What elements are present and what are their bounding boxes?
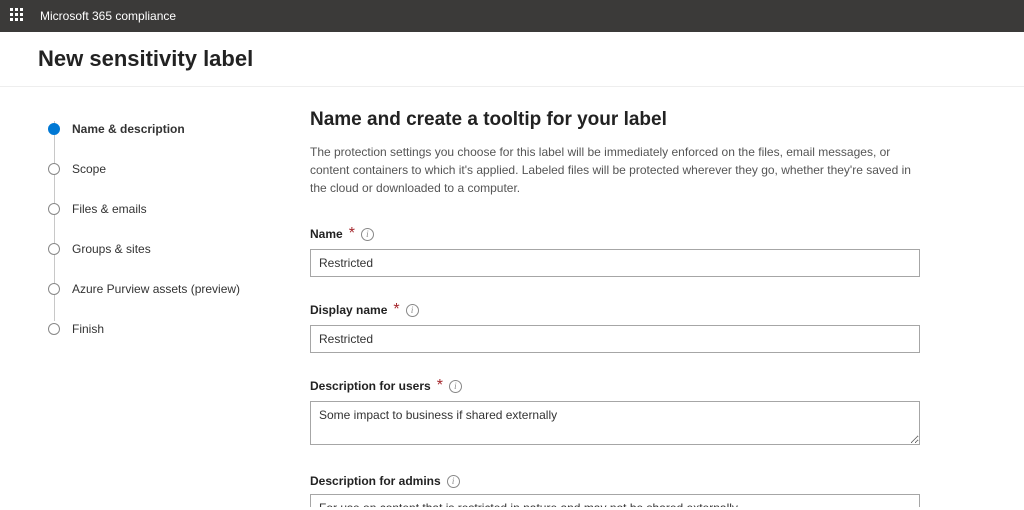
field-label-row: Display name * i	[310, 301, 920, 319]
name-input[interactable]	[310, 249, 920, 277]
step-azure-purview[interactable]: Azure Purview assets (preview)	[48, 269, 290, 309]
form-panel: Name and create a tooltip for your label…	[310, 87, 1024, 507]
wizard-steps: Name & description Scope Files & emails …	[0, 87, 310, 507]
section-description: The protection settings you choose for t…	[310, 143, 920, 197]
info-icon[interactable]: i	[447, 475, 460, 488]
step-indicator-icon	[48, 163, 60, 175]
info-icon[interactable]: i	[449, 380, 462, 393]
section-heading: Name and create a tooltip for your label	[310, 109, 984, 131]
step-groups-sites[interactable]: Groups & sites	[48, 229, 290, 269]
field-label: Display name	[310, 303, 387, 317]
page-title-bar: New sensitivity label	[0, 32, 1024, 87]
field-label-row: Description for admins i	[310, 474, 920, 488]
info-icon[interactable]: i	[361, 228, 374, 241]
required-indicator: *	[393, 301, 399, 319]
step-label: Name & description	[72, 122, 185, 136]
step-indicator-icon	[48, 123, 60, 135]
field-label-row: Name * i	[310, 225, 920, 243]
field-label: Name	[310, 227, 343, 241]
field-label: Description for users	[310, 379, 431, 393]
app-launcher-icon[interactable]	[10, 8, 26, 24]
field-label-row: Description for users * i	[310, 377, 920, 395]
step-files-emails[interactable]: Files & emails	[48, 189, 290, 229]
step-label: Azure Purview assets (preview)	[72, 282, 240, 296]
page-title: New sensitivity label	[38, 46, 986, 72]
app-shell: Microsoft 365 compliance New sensitivity…	[0, 0, 1024, 510]
banner-title: Microsoft 365 compliance	[40, 9, 176, 23]
step-indicator-icon	[48, 323, 60, 335]
info-icon[interactable]: i	[406, 304, 419, 317]
page-body: Name & description Scope Files & emails …	[0, 87, 1024, 507]
field-group-desc-users: Description for users * i	[310, 377, 920, 450]
display-name-input[interactable]	[310, 325, 920, 353]
step-label: Finish	[72, 322, 104, 336]
step-label: Groups & sites	[72, 242, 151, 256]
step-label: Scope	[72, 162, 106, 176]
required-indicator: *	[349, 225, 355, 243]
description-users-textarea[interactable]	[310, 401, 920, 445]
step-indicator-icon	[48, 203, 60, 215]
step-indicator-icon	[48, 283, 60, 295]
step-label: Files & emails	[72, 202, 147, 216]
field-group-desc-admins: Description for admins i	[310, 474, 920, 507]
field-group-display-name: Display name * i	[310, 301, 920, 353]
step-scope[interactable]: Scope	[48, 149, 290, 189]
required-indicator: *	[437, 377, 443, 395]
step-finish[interactable]: Finish	[48, 309, 290, 349]
top-banner: Microsoft 365 compliance	[0, 0, 1024, 32]
field-label: Description for admins	[310, 474, 441, 488]
step-name-description[interactable]: Name & description	[48, 109, 290, 149]
step-indicator-icon	[48, 243, 60, 255]
description-admins-textarea[interactable]	[310, 494, 920, 507]
field-group-name: Name * i	[310, 225, 920, 277]
